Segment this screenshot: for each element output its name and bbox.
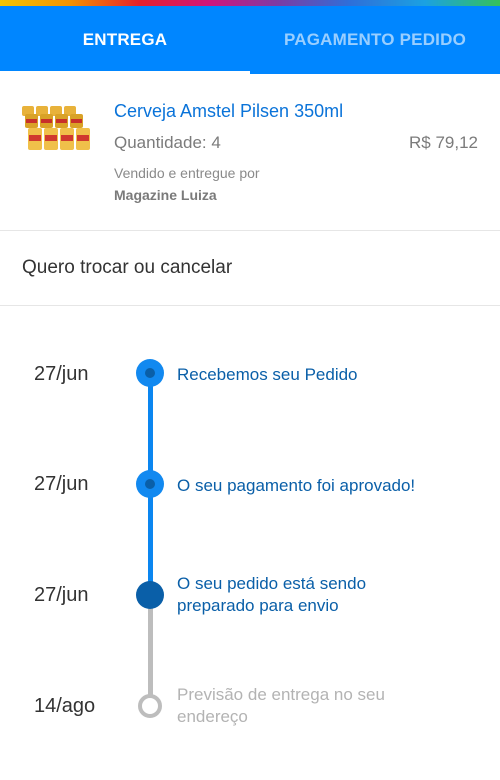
- timeline-step-done-icon: [136, 470, 164, 498]
- product-card: Cerveja Amstel Pilsen 350ml Quantidade: …: [0, 74, 500, 230]
- tab-bar: ENTREGA PAGAMENTO PEDIDO: [0, 6, 500, 74]
- product-quantity: Quantidade: 4: [114, 133, 221, 152]
- tab-pagamento-pedido[interactable]: PAGAMENTO PEDIDO: [250, 6, 500, 74]
- seller-name: Magazine Luiza: [114, 187, 217, 203]
- timeline-label: Previsão de entrega no seu endereço: [177, 684, 477, 728]
- timeline-date: 14/ago: [34, 695, 96, 717]
- timeline-step-future-icon: [138, 694, 162, 718]
- timeline-step-done-icon: [136, 359, 164, 387]
- timeline-label-line: endereço: [177, 707, 248, 726]
- timeline-label-line: Previsão de entrega no seu: [177, 685, 385, 704]
- beer-cans-pack-icon: [22, 106, 90, 150]
- product-price: R$ 79,12: [409, 133, 478, 152]
- sold-by-label: Vendido e entregue por: [114, 165, 260, 181]
- timeline-label: O seu pedido está sendo preparado para e…: [177, 573, 477, 617]
- timeline-date: 27/jun: [34, 584, 89, 606]
- timeline-label-line: preparado para envio: [177, 596, 339, 615]
- timeline-pending-line: [148, 593, 153, 706]
- divider: [0, 305, 500, 306]
- timeline-label-line: O seu pedido está sendo: [177, 574, 367, 593]
- tab-entrega[interactable]: ENTREGA: [0, 6, 250, 74]
- timeline-step-current-icon: [136, 581, 164, 609]
- product-name-link[interactable]: Cerveja Amstel Pilsen 350ml: [114, 101, 343, 122]
- timeline-label: Recebemos seu Pedido: [177, 365, 358, 384]
- exchange-or-cancel-link[interactable]: Quero trocar ou cancelar: [0, 231, 500, 305]
- timeline-date: 27/jun: [34, 363, 89, 385]
- timeline-date: 27/jun: [34, 473, 89, 495]
- timeline-label: O seu pagamento foi aprovado!: [177, 476, 416, 495]
